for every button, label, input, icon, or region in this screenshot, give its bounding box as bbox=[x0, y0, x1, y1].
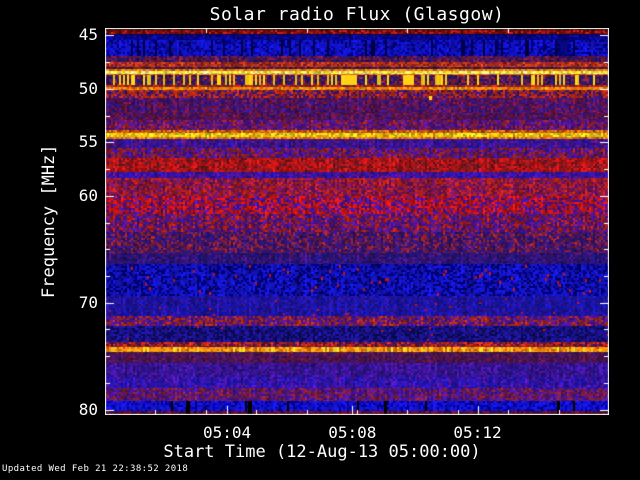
y-tick-label: 70 bbox=[78, 292, 98, 312]
y-tick-label: 60 bbox=[78, 185, 98, 205]
y-tick-label: 80 bbox=[78, 399, 98, 419]
x-axis-title: Start Time (12-Aug-13 05:00:00) bbox=[163, 442, 481, 462]
spectrogram-window: Solar radio Flux (Glasgow) Frequency [MH… bbox=[0, 0, 640, 480]
y-tick-label: 55 bbox=[78, 132, 98, 152]
chart-title: Solar radio Flux (Glasgow) bbox=[209, 4, 505, 25]
spectrogram-heatmap bbox=[105, 28, 609, 415]
x-tick-label: 05:08 bbox=[328, 423, 377, 442]
y-axis-title: Frequency [MHz] bbox=[39, 144, 59, 299]
x-tick-label: 05:04 bbox=[202, 423, 252, 442]
y-tick-label: 50 bbox=[78, 78, 98, 98]
plot-area bbox=[105, 28, 609, 415]
y-tick-label: 45 bbox=[78, 25, 98, 45]
x-tick-label: 05:12 bbox=[453, 423, 502, 442]
updated-timestamp: Updated Wed Feb 21 22:38:52 2018 bbox=[2, 464, 189, 474]
